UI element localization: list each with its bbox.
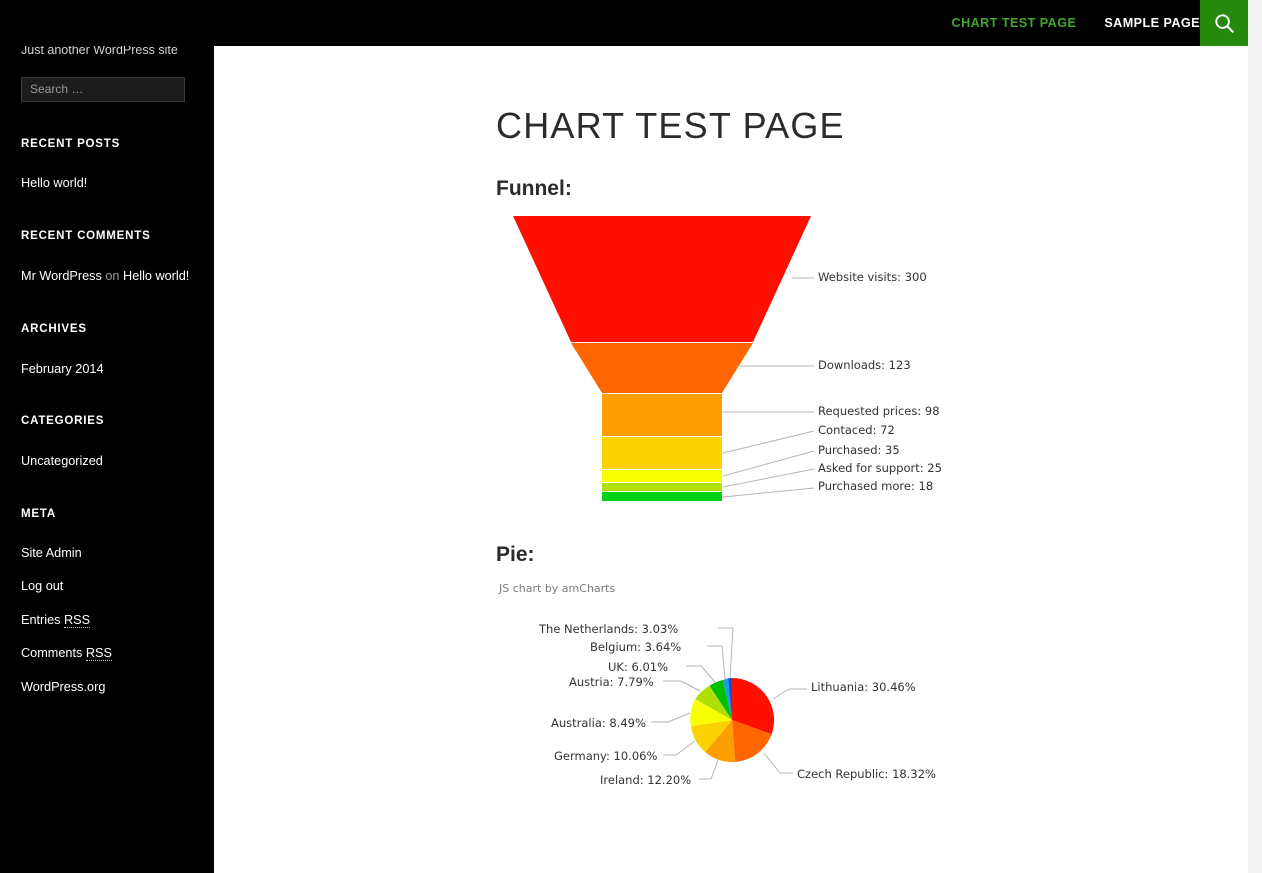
pie-label-germany: Germany: 10.06% xyxy=(554,748,658,763)
leader-line-germany xyxy=(675,740,696,756)
list-item: Entries RSS xyxy=(21,609,193,631)
archive-link-february-2014[interactable]: February 2014 xyxy=(21,362,104,376)
main-content: Chart Test Page Funnel: xyxy=(214,46,1248,873)
list-item: WordPress.org xyxy=(21,676,193,698)
pie-slices xyxy=(690,677,775,762)
leader-line-purchased xyxy=(722,450,815,477)
meta-link-site-admin[interactable]: Site Admin xyxy=(21,546,82,560)
amcharts-credit-label[interactable]: JS chart by amCharts xyxy=(499,582,615,595)
funnel-segment-website-visits[interactable] xyxy=(513,215,811,342)
funnel-label-downloads: Downloads: 123 xyxy=(818,357,911,372)
search-toggle-button[interactable] xyxy=(1200,0,1248,46)
page-root: WP TEST Just another WordPress site Rece… xyxy=(0,0,1262,873)
pie-heading: Pie: xyxy=(496,542,535,566)
meta-link-wordpress-org[interactable]: WordPress.org xyxy=(21,680,105,694)
list-item: Comments RSS xyxy=(21,642,193,664)
pie-label-uk: UK: 6.01% xyxy=(608,659,669,674)
widget-title-archives: Archives xyxy=(21,322,87,335)
list-item: Site Admin xyxy=(21,542,193,564)
leader-line-australia xyxy=(667,712,691,723)
list-item: Log out xyxy=(21,575,193,597)
search-input[interactable] xyxy=(21,76,185,102)
page-scrollbar[interactable] xyxy=(1248,0,1262,873)
funnel-label-asked-for-support: Asked for support: 25 xyxy=(818,460,942,475)
search-icon xyxy=(1214,13,1235,34)
leader-line-ireland xyxy=(710,759,719,780)
pie-label-ireland: Ireland: 12.20% xyxy=(600,772,692,787)
leader-line-the-netherlands xyxy=(729,627,734,678)
recent-post-link[interactable]: Hello world! xyxy=(21,176,87,190)
funnel-segment-requested-prices[interactable] xyxy=(602,393,722,436)
rss-abbr: RSS xyxy=(85,646,112,662)
funnel-segment-purchased-more[interactable] xyxy=(602,491,722,501)
funnel-segment-contaced[interactable] xyxy=(602,436,722,469)
entry-article: Chart Test Page Funnel: xyxy=(214,46,1248,821)
meta-link-entries-text: Entries xyxy=(21,612,65,627)
leader-line-uk xyxy=(700,665,716,683)
funnel-segments xyxy=(513,215,811,501)
widget-categories: Categories Uncategorized xyxy=(21,414,193,472)
leader-line-czech-republic xyxy=(763,752,781,774)
funnel-label-requested-prices: Requested prices: 98 xyxy=(818,403,940,418)
funnel-chart-svg xyxy=(513,215,815,501)
site-header-bar: Chart Test Page Sample Page xyxy=(0,0,1248,46)
sidebar: WP TEST Just another WordPress site Rece… xyxy=(0,0,214,873)
leader-line-belgium xyxy=(721,645,726,680)
funnel-segment-purchased[interactable] xyxy=(602,469,722,482)
funnel-label-contaced: Contaced: 72 xyxy=(818,422,895,437)
page-title: Chart Test Page xyxy=(496,105,845,146)
pie-chart: JS chart by amCharts Lithuania: 30.46% C… xyxy=(496,571,1036,821)
list-item: Hello world! xyxy=(21,172,193,194)
pie-label-belgium: Belgium: 3.64% xyxy=(590,639,682,654)
pie-chart-svg xyxy=(651,627,807,780)
leader-line-asked-for-support xyxy=(722,468,815,488)
meta-link-comments-text: Comments xyxy=(21,646,86,661)
widget-recent-posts: Recent Posts Hello world! xyxy=(21,137,193,195)
pie-label-czech-republic: Czech Republic: 18.32% xyxy=(797,766,936,781)
widget-title-categories: Categories xyxy=(21,415,105,428)
widget-recent-comments: Recent Comments Mr WordPress on Hello wo… xyxy=(21,229,193,287)
leader-line-purchased-more xyxy=(722,487,815,498)
category-link-uncategorized[interactable]: Uncategorized xyxy=(21,454,103,468)
funnel-chart: Website visits: 300 Downloads: 123 Reque… xyxy=(496,207,1036,512)
funnel-segment-downloads[interactable] xyxy=(571,342,753,393)
widget-title-recent-comments: Recent Comments xyxy=(21,230,151,243)
funnel-heading: Funnel: xyxy=(496,176,572,200)
meta-link-log-out[interactable]: Log out xyxy=(21,579,63,593)
widget-title-meta: Meta xyxy=(21,507,56,520)
meta-link-entries-rss[interactable]: Entries RSS xyxy=(21,612,91,628)
sidebar-search-form[interactable] xyxy=(21,76,193,102)
nav-item-sample-page[interactable]: Sample Page xyxy=(1104,16,1200,30)
funnel-label-purchased: Purchased: 35 xyxy=(818,442,900,457)
leader-line-lithuania xyxy=(772,688,790,700)
funnel-label-purchased-more: Purchased more: 18 xyxy=(818,478,934,493)
comment-author-link[interactable]: Mr WordPress xyxy=(21,269,102,283)
comment-separator: on xyxy=(105,268,120,283)
pie-label-australia: Australia: 8.49% xyxy=(551,715,646,730)
pie-label-the-netherlands: The Netherlands: 3.03% xyxy=(539,621,679,636)
pie-label-lithuania: Lithuania: 30.46% xyxy=(811,679,916,694)
pie-label-austria: Austria: 7.79% xyxy=(569,674,654,689)
funnel-label-website-visits: Website visits: 300 xyxy=(818,269,927,284)
rss-abbr: RSS xyxy=(64,612,91,628)
comment-entry: Mr WordPress on Hello world! xyxy=(21,269,189,283)
leader-line-austria xyxy=(680,680,701,692)
leader-line-contaced xyxy=(722,430,815,454)
nav-item-chart-test-page[interactable]: Chart Test Page xyxy=(952,16,1077,30)
widget-archives: Archives February 2014 xyxy=(21,322,193,380)
list-item: Uncategorized xyxy=(21,450,193,472)
list-item: Mr WordPress on Hello world! xyxy=(21,265,193,287)
primary-navigation: Chart Test Page Sample Page xyxy=(952,0,1200,46)
meta-link-comments-rss[interactable]: Comments RSS xyxy=(21,646,112,662)
list-item: February 2014 xyxy=(21,358,193,380)
comment-post-link[interactable]: Hello world! xyxy=(123,269,189,283)
funnel-segment-asked-for-support[interactable] xyxy=(602,482,722,491)
widget-meta: Meta Site Admin Log out Entries RSS Comm… xyxy=(21,507,193,698)
widget-title-recent-posts: Recent Posts xyxy=(21,137,121,150)
